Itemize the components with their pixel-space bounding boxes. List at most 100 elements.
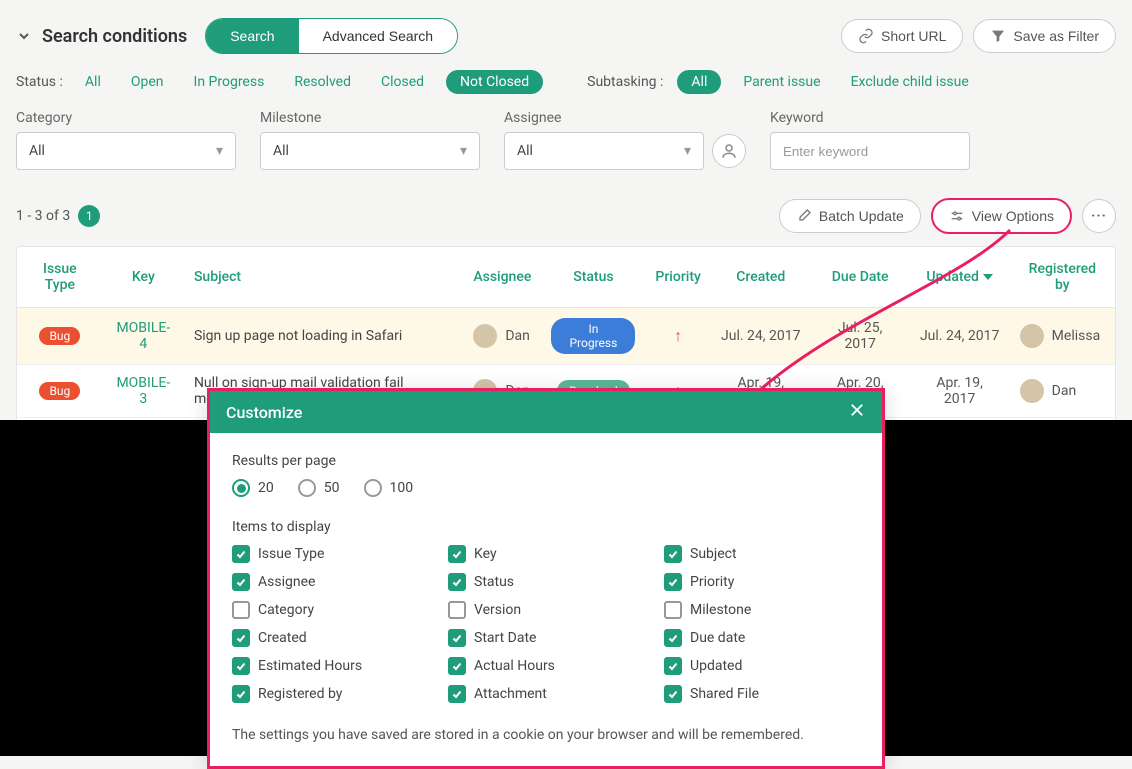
page-badge: 1 <box>78 205 100 227</box>
col-duedate[interactable]: Due Date <box>811 247 910 308</box>
col-status[interactable]: Status <box>541 247 645 308</box>
customize-popup: Customize Results per page 20 50 100 Items… <box>207 388 885 769</box>
checkbox-icon <box>232 545 250 563</box>
display-item-option[interactable]: Milestone <box>664 601 860 619</box>
checkbox-icon <box>448 685 466 703</box>
page-title: Search conditions <box>42 26 187 47</box>
display-item-option[interactable]: Category <box>232 601 428 619</box>
issue-subject: Sign up page not loading in Safari <box>184 308 463 365</box>
display-item-option[interactable]: Issue Type <box>232 545 428 563</box>
keyword-input[interactable] <box>770 132 970 170</box>
col-subject[interactable]: Subject <box>184 247 463 308</box>
issue-key-link[interactable]: MOBILE-3 <box>116 375 170 407</box>
status-label: Status : <box>16 74 63 90</box>
due-date: Jul. 25, 2017 <box>811 308 910 365</box>
filter-icon <box>990 28 1006 44</box>
col-assignee[interactable]: Assignee <box>463 247 541 308</box>
status-all[interactable]: All <box>77 70 109 94</box>
category-label: Category <box>16 110 236 126</box>
display-item-option[interactable]: Assignee <box>232 573 428 591</box>
registered-by-name: Dan <box>1052 383 1077 399</box>
status-inprogress[interactable]: In Progress <box>186 70 273 94</box>
checkbox-icon <box>664 601 682 619</box>
checkbox-icon <box>448 657 466 675</box>
edit-icon <box>796 208 812 224</box>
display-item-option[interactable]: Due date <box>664 629 860 647</box>
close-button[interactable] <box>848 401 866 423</box>
results-per-page-label: Results per page <box>232 453 860 469</box>
display-item-option[interactable]: Estimated Hours <box>232 657 428 675</box>
radio-icon <box>364 479 382 497</box>
checkbox-icon <box>664 657 682 675</box>
avatar <box>1020 324 1044 348</box>
view-options-button[interactable]: View Options <box>931 198 1072 234</box>
col-updated[interactable]: Updated <box>910 247 1010 308</box>
status-resolved[interactable]: Resolved <box>286 70 359 94</box>
link-icon <box>858 28 874 44</box>
checkbox-icon <box>448 629 466 647</box>
issue-type-badge: Bug <box>39 382 80 400</box>
col-created[interactable]: Created <box>711 247 811 308</box>
items-to-display-label: Items to display <box>232 519 860 535</box>
toggle-conditions[interactable]: Search conditions <box>16 26 187 47</box>
assignee-label: Assignee <box>504 110 704 126</box>
col-registeredby[interactable]: Registered by <box>1010 247 1115 308</box>
display-item-option[interactable]: Actual Hours <box>448 657 644 675</box>
updated-date: Jul. 24, 2017 <box>910 308 1010 365</box>
checkbox-icon <box>448 601 466 619</box>
user-icon <box>720 142 738 160</box>
subtask-exclude-child[interactable]: Exclude child issue <box>843 70 977 94</box>
status-closed[interactable]: Closed <box>373 70 432 94</box>
table-row[interactable]: Bug MOBILE-4 Sign up page not loading in… <box>17 308 1115 365</box>
display-item-option[interactable]: Shared File <box>664 685 860 703</box>
chevron-down-icon: ▾ <box>684 143 691 159</box>
display-item-option[interactable]: Key <box>448 545 644 563</box>
more-menu-button[interactable]: ··· <box>1082 199 1116 233</box>
more-icon: ··· <box>1091 208 1107 224</box>
display-item-option[interactable]: Created <box>232 629 428 647</box>
save-as-filter-button[interactable]: Save as Filter <box>973 19 1116 53</box>
display-item-option[interactable]: Priority <box>664 573 860 591</box>
display-item-option[interactable]: Attachment <box>448 685 644 703</box>
milestone-label: Milestone <box>260 110 480 126</box>
checkbox-icon <box>448 545 466 563</box>
short-url-button[interactable]: Short URL <box>841 19 963 53</box>
display-item-option[interactable]: Updated <box>664 657 860 675</box>
status-notclosed[interactable]: Not Closed <box>446 70 543 94</box>
tab-search[interactable]: Search <box>206 19 298 53</box>
assignee-select[interactable]: All ▾ <box>504 132 704 170</box>
col-issuetype[interactable]: Issue Type <box>17 247 103 308</box>
milestone-select[interactable]: All ▾ <box>260 132 480 170</box>
assignee-me-button[interactable] <box>712 134 746 168</box>
batch-update-button[interactable]: Batch Update <box>779 199 921 233</box>
issue-key-link[interactable]: MOBILE-4 <box>116 320 170 352</box>
status-open[interactable]: Open <box>123 70 172 94</box>
col-key[interactable]: Key <box>103 247 184 308</box>
results-per-page-option[interactable]: 50 <box>298 479 340 497</box>
results-per-page-option[interactable]: 100 <box>364 479 414 497</box>
avatar <box>473 324 497 348</box>
sliders-icon <box>949 208 965 224</box>
popup-title: Customize <box>226 403 302 422</box>
subtask-label: Subtasking : <box>587 74 663 90</box>
checkbox-icon <box>232 657 250 675</box>
display-item-option[interactable]: Start Date <box>448 629 644 647</box>
subtask-all[interactable]: All <box>677 70 721 94</box>
display-item-option[interactable]: Registered by <box>232 685 428 703</box>
checkbox-icon <box>448 573 466 591</box>
tab-advanced-search[interactable]: Advanced Search <box>299 19 458 53</box>
category-select[interactable]: All ▾ <box>16 132 236 170</box>
results-per-page-option[interactable]: 20 <box>232 479 274 497</box>
checkbox-icon <box>232 629 250 647</box>
display-item-option[interactable]: Subject <box>664 545 860 563</box>
display-item-option[interactable]: Version <box>448 601 644 619</box>
created-date: Jul. 24, 2017 <box>711 308 811 365</box>
col-priority[interactable]: Priority <box>645 247 710 308</box>
status-badge: In Progress <box>551 318 635 354</box>
avatar <box>1020 379 1044 403</box>
checkbox-icon <box>232 573 250 591</box>
subtask-parent[interactable]: Parent issue <box>735 70 828 94</box>
radio-icon <box>298 479 316 497</box>
display-item-option[interactable]: Status <box>448 573 644 591</box>
issue-type-badge: Bug <box>39 327 80 345</box>
